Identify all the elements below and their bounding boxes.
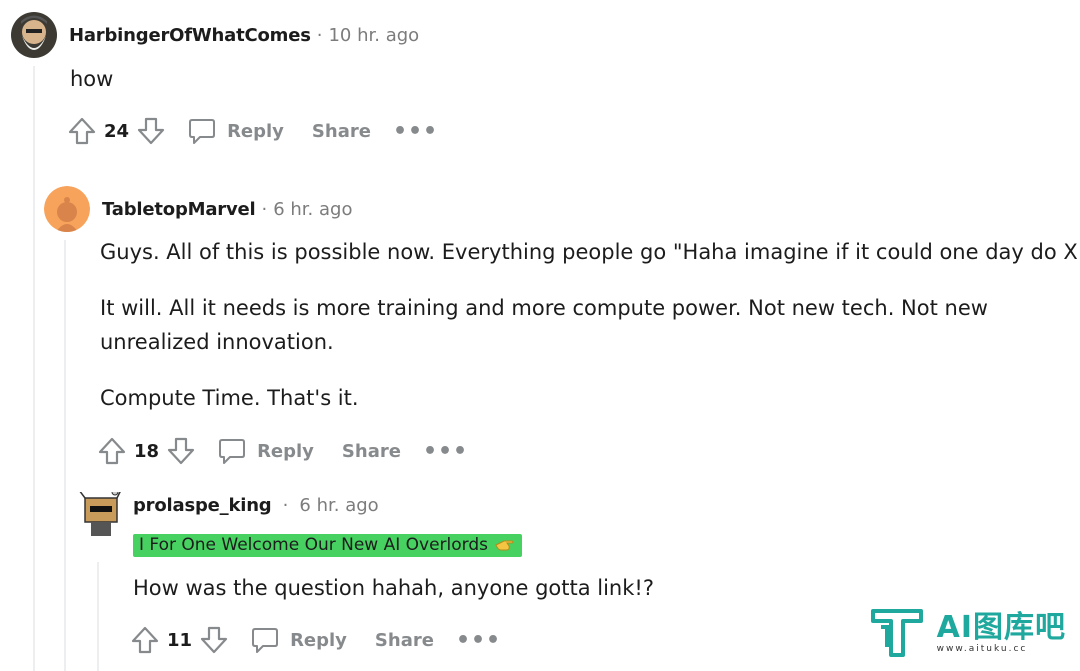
comment-bubble-icon — [252, 628, 279, 653]
more-options-icon: ••• — [455, 627, 502, 653]
comment-author[interactable]: TabletopMarvel — [102, 199, 256, 220]
share-button[interactable]: Share — [312, 121, 371, 142]
comment-time[interactable]: 6 hr. ago — [273, 199, 352, 220]
upvote-arrow-icon — [98, 437, 126, 465]
watermark: AI图库吧 www.aituku.cc — [869, 605, 1066, 661]
reply-button[interactable]: Reply — [217, 436, 314, 466]
comment-paragraph: Guys. All of this is possible now. Every… — [100, 240, 1080, 264]
thread-line-3[interactable] — [97, 562, 99, 671]
comment-author[interactable]: prolaspe_king — [133, 495, 272, 516]
vote-score: 18 — [134, 440, 160, 462]
comment-header: HarbingerOfWhatComes · 10 hr. ago — [11, 12, 419, 58]
more-options-button[interactable]: ••• — [456, 628, 501, 653]
comment-bubble-icon — [189, 119, 216, 144]
reply-label: Reply — [257, 440, 314, 462]
user-flair: I For One Welcome Our New AI Overlords — [133, 534, 522, 557]
separator-dot: · — [282, 494, 289, 516]
comment-header: prolaspe_king · 6 hr. ago — [77, 492, 379, 538]
more-options-icon: ••• — [422, 438, 469, 464]
watermark-url: www.aituku.cc — [936, 644, 1028, 654]
comment-body: Guys. All of this is possible now. Every… — [100, 235, 1080, 437]
upvote-button[interactable] — [129, 624, 161, 656]
comment-time[interactable]: 10 hr. ago — [328, 25, 419, 46]
flair-text: I For One Welcome Our New AI Overlords — [139, 535, 488, 555]
avatar[interactable] — [77, 492, 123, 538]
downvote-button[interactable] — [165, 435, 197, 467]
comment-paragraph: how — [70, 67, 114, 91]
reply-label: Reply — [227, 120, 284, 142]
downvote-button[interactable] — [198, 624, 230, 656]
upvote-arrow-icon — [131, 626, 159, 654]
downvote-arrow-icon — [167, 437, 195, 465]
comment-actions: 11 Reply Share ••• — [129, 622, 501, 658]
watermark-logo-icon — [870, 609, 923, 657]
comment-thread: HarbingerOfWhatComes · 10 hr. ago how 24… — [0, 0, 1080, 671]
separator-dot: · — [316, 24, 323, 46]
watermark-title: AI图库吧 — [936, 610, 1066, 645]
share-label: Share — [341, 440, 401, 462]
more-options-button[interactable]: ••• — [393, 119, 438, 144]
separator-dot: · — [261, 198, 268, 220]
comment-time[interactable]: 6 hr. ago — [299, 495, 378, 516]
comment-header: TabletopMarvel · 6 hr. ago — [44, 186, 352, 232]
avatar[interactable] — [44, 186, 90, 232]
upvote-button[interactable] — [96, 435, 128, 467]
comment-bubble-icon — [219, 439, 246, 464]
avatar[interactable] — [11, 12, 57, 58]
comment-actions: 24 Reply Share ••• — [66, 113, 438, 149]
share-button[interactable]: Share — [375, 630, 434, 651]
thread-line-1[interactable] — [33, 66, 35, 671]
upvote-button[interactable] — [66, 115, 98, 147]
comment-author[interactable]: HarbingerOfWhatComes — [69, 25, 311, 46]
more-options-button[interactable]: ••• — [423, 439, 468, 464]
reply-button[interactable]: Reply — [250, 625, 347, 655]
downvote-arrow-icon — [137, 117, 165, 145]
comment-actions: 18 Reply Share ••• — [96, 433, 468, 469]
more-options-icon: ••• — [392, 118, 439, 144]
share-label: Share — [374, 629, 434, 651]
vote-score: 24 — [104, 120, 130, 142]
comment-body: how — [70, 62, 1060, 118]
pointing-hand-icon — [495, 540, 514, 551]
share-label: Share — [311, 120, 371, 142]
comment-paragraph: It will. All it needs is more training a… — [100, 296, 988, 354]
comment-paragraph: How was the question hahah, anyone gotta… — [133, 576, 654, 600]
reply-label: Reply — [290, 629, 347, 651]
author-line: prolaspe_king · 6 hr. ago — [133, 495, 379, 516]
downvote-button[interactable] — [135, 115, 167, 147]
watermark-text: AI图库吧 www.aituku.cc — [936, 610, 1066, 655]
reply-button[interactable]: Reply — [187, 116, 284, 146]
thread-line-2[interactable] — [64, 240, 66, 671]
share-button[interactable]: Share — [342, 441, 401, 462]
comment-paragraph: Compute Time. That's it. — [100, 386, 359, 410]
upvote-arrow-icon — [68, 117, 96, 145]
downvote-arrow-icon — [200, 626, 228, 654]
vote-score: 11 — [167, 629, 193, 651]
